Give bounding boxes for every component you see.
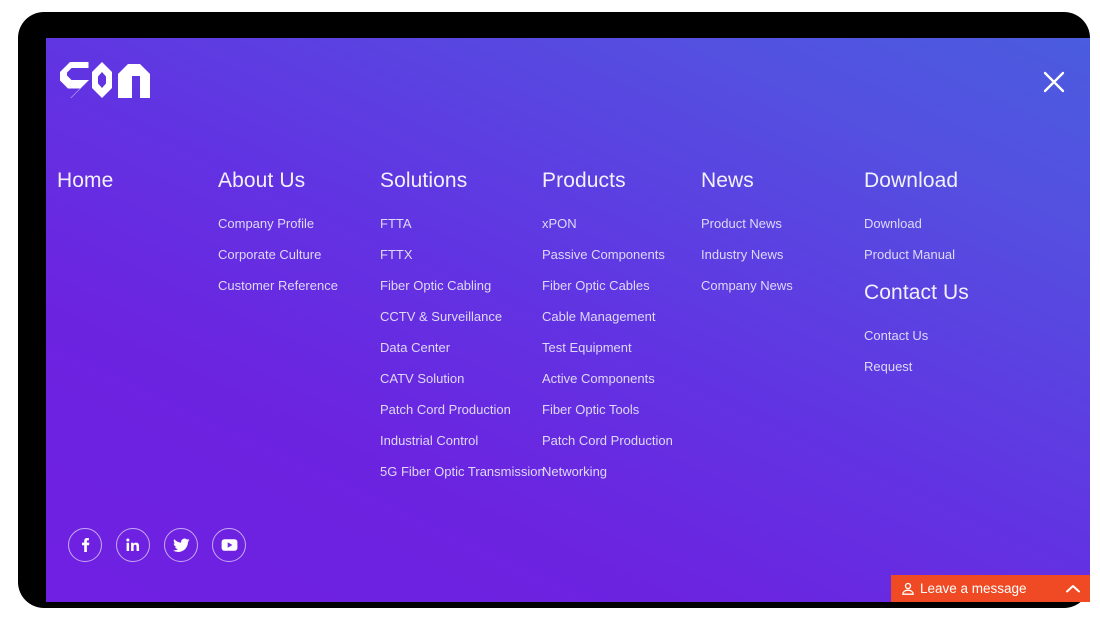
nav-column-about: About Us Company Profile Corporate Cultu…	[218, 168, 338, 309]
nav-link-company-profile[interactable]: Company Profile	[218, 216, 338, 231]
nav-link-catv-solution[interactable]: CATV Solution	[380, 371, 545, 386]
social-links	[68, 528, 246, 562]
column-title-home[interactable]: Home	[57, 168, 113, 194]
nav-link-cctv-surveillance[interactable]: CCTV & Surveillance	[380, 309, 545, 324]
nav-link-request[interactable]: Request	[864, 359, 969, 374]
nav-column-home: Home	[57, 168, 113, 216]
nav-link-5g-fiber-optic-transmission[interactable]: 5G Fiber Optic Transmission	[380, 464, 545, 479]
column-title-about[interactable]: About Us	[218, 168, 338, 194]
column-title-news[interactable]: News	[701, 168, 793, 194]
nav-link-company-news[interactable]: Company News	[701, 278, 793, 293]
nav-link-xpon[interactable]: xPON	[542, 216, 673, 231]
nav-link-customer-reference[interactable]: Customer Reference	[218, 278, 338, 293]
nav-link-contact-us[interactable]: Contact Us	[864, 328, 969, 343]
nav-column-download: Download Download Product Manual Contact…	[864, 168, 969, 390]
nav-link-fiber-optic-tools[interactable]: Fiber Optic Tools	[542, 402, 673, 417]
nav-link-ftta[interactable]: FTTA	[380, 216, 545, 231]
nav-link-fiber-optic-cables[interactable]: Fiber Optic Cables	[542, 278, 673, 293]
nav-link-corporate-culture[interactable]: Corporate Culture	[218, 247, 338, 262]
device-bezel: Home About Us Company Profile Corporate …	[18, 12, 1090, 608]
nav-link-cable-management[interactable]: Cable Management	[542, 309, 673, 324]
nav-link-test-equipment[interactable]: Test Equipment	[542, 340, 673, 355]
nav-link-active-components[interactable]: Active Components	[542, 371, 673, 386]
nav-link-fttx[interactable]: FTTX	[380, 247, 545, 262]
linkedin-icon[interactable]	[116, 528, 150, 562]
nav-link-download[interactable]: Download	[864, 216, 969, 231]
nav-link-data-center[interactable]: Data Center	[380, 340, 545, 355]
nav-column-news: News Product News Industry News Company …	[701, 168, 793, 309]
mega-menu-panel: Home About Us Company Profile Corporate …	[46, 38, 1090, 602]
nav-link-networking[interactable]: Networking	[542, 464, 673, 479]
nav-link-product-manual[interactable]: Product Manual	[864, 247, 969, 262]
column-title-contact-us[interactable]: Contact Us	[864, 280, 969, 306]
nav-link-patch-cord-production[interactable]: Patch Cord Production	[380, 402, 545, 417]
leave-a-message-widget[interactable]: Leave a message	[891, 575, 1090, 602]
column-title-solutions[interactable]: Solutions	[380, 168, 545, 194]
twitter-icon[interactable]	[164, 528, 198, 562]
nav-link-product-news[interactable]: Product News	[701, 216, 793, 231]
nav-link-passive-components[interactable]: Passive Components	[542, 247, 673, 262]
column-title-download[interactable]: Download	[864, 168, 969, 194]
nav-link-fiber-optic-cabling[interactable]: Fiber Optic Cabling	[380, 278, 545, 293]
leave-a-message-label: Leave a message	[920, 581, 1027, 596]
nav-link-industrial-control[interactable]: Industrial Control	[380, 433, 545, 448]
panel-header	[46, 38, 1090, 124]
facebook-icon[interactable]	[68, 528, 102, 562]
nav-column-solutions: Solutions FTTA FTTX Fiber Optic Cabling …	[380, 168, 545, 495]
chevron-up-icon[interactable]	[1065, 583, 1081, 595]
youtube-icon[interactable]	[212, 528, 246, 562]
close-icon[interactable]	[1034, 62, 1074, 102]
column-title-products[interactable]: Products	[542, 168, 673, 194]
nav-column-products: Products xPON Passive Components Fiber O…	[542, 168, 673, 495]
nav-link-industry-news[interactable]: Industry News	[701, 247, 793, 262]
nav-link-patch-cord-production-products[interactable]: Patch Cord Production	[542, 433, 673, 448]
person-icon	[901, 582, 915, 596]
soo-logo[interactable]	[58, 60, 154, 100]
